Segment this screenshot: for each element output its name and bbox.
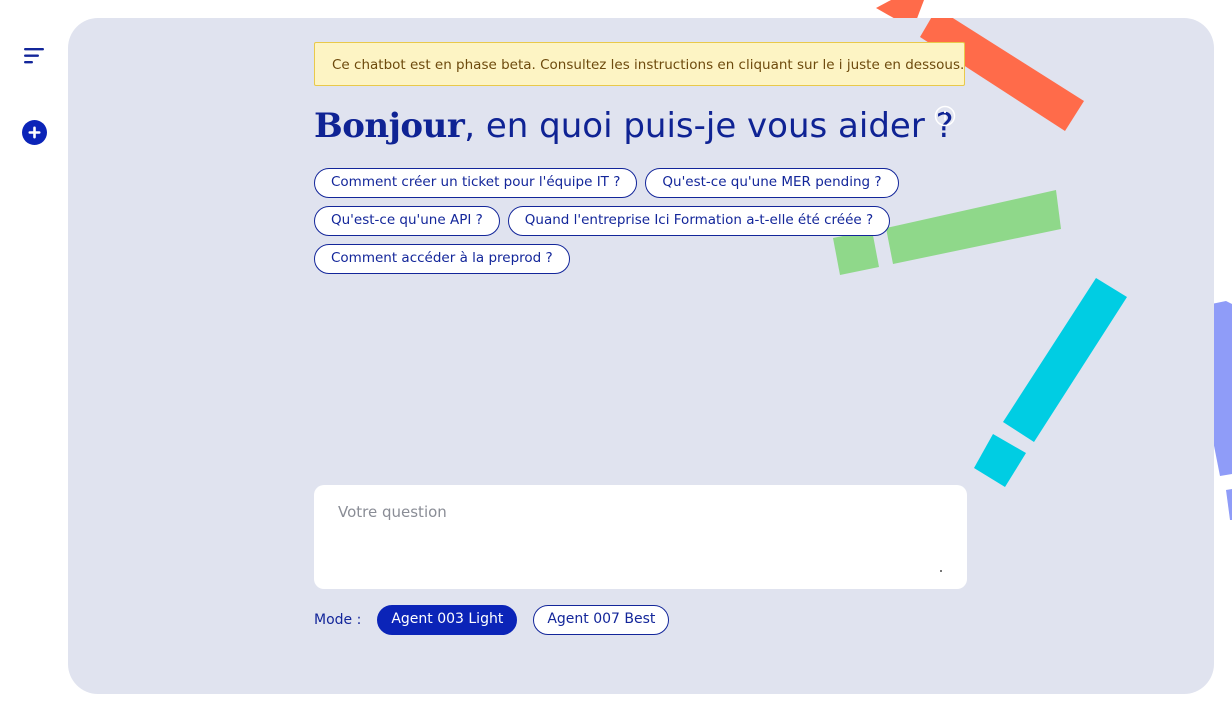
suggestion-chip[interactable]: Comment créer un ticket pour l'équipe IT…: [314, 168, 638, 198]
decor-cyan-bar: [1003, 278, 1127, 442]
beta-warning-banner: Ce chatbot est en phase beta. Consultez …: [314, 42, 965, 86]
suggestion-chip[interactable]: Qu'est-ce qu'une API ?: [314, 206, 500, 236]
beta-warning-text: Ce chatbot est en phase beta. Consultez …: [332, 57, 965, 73]
suggestion-chip[interactable]: Qu'est-ce qu'une MER pending ?: [645, 168, 899, 198]
new-chat-plus-circle-icon[interactable]: [22, 120, 47, 145]
suggestion-chips: Comment créer un ticket pour l'équipe IT…: [314, 168, 1014, 282]
decor-periwinkle-bar-small: [1226, 489, 1232, 520]
suggestion-chip[interactable]: Quand l'entreprise Ici Formation a-t-ell…: [507, 206, 891, 236]
menu-lines-icon[interactable]: [24, 46, 44, 66]
suggestion-row: Comment accéder à la preprod ?: [314, 244, 1014, 274]
question-input[interactable]: [338, 503, 943, 563]
decor-cyan-bar-small: [974, 434, 1026, 487]
chat-panel: Ce chatbot est en phase beta. Consultez …: [68, 18, 1214, 694]
mode-selector: Mode : Agent 003 Light Agent 007 Best: [314, 605, 670, 635]
suggestion-chip[interactable]: Comment accéder à la preprod ?: [314, 244, 570, 274]
greeting-rest: , en quoi puis-je vous aider ?: [464, 106, 954, 146]
suggestion-row: Qu'est-ce qu'une API ? Quand l'entrepris…: [314, 206, 1014, 236]
mode-option-light[interactable]: Agent 003 Light: [377, 605, 518, 635]
info-icon[interactable]: [934, 105, 956, 127]
mode-option-best[interactable]: Agent 007 Best: [533, 605, 670, 635]
greeting-bold: Bonjour: [314, 106, 465, 146]
question-input-box: [314, 485, 967, 589]
mode-label: Mode :: [314, 612, 362, 628]
suggestion-row: Comment créer un ticket pour l'équipe IT…: [314, 168, 1014, 198]
resize-handle[interactable]: [940, 570, 942, 572]
page-title: Bonjour, en quoi puis-je vous aider ?: [314, 102, 954, 150]
chatbot-page: Ce chatbot est en phase beta. Consultez …: [0, 0, 1232, 712]
